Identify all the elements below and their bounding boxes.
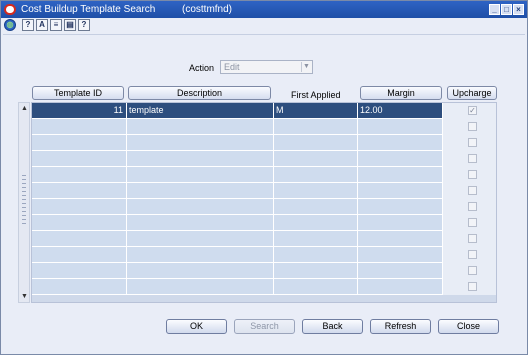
table-row[interactable] <box>32 215 496 231</box>
upcharge-checkbox[interactable] <box>468 250 477 259</box>
cell-template-id[interactable]: 11 <box>32 103 127 119</box>
upcharge-checkbox[interactable] <box>468 282 477 291</box>
minimize-icon: _ <box>492 5 497 14</box>
upcharge-checkbox[interactable] <box>468 186 477 195</box>
column-header-template-id[interactable]: Template ID <box>32 86 124 100</box>
title-bar: Cost Buildup Template Search (costtmfnd)… <box>1 1 527 18</box>
column-header-first-applied: First Applied <box>291 90 341 100</box>
upcharge-checkbox[interactable] <box>468 122 477 131</box>
maximize-icon: □ <box>504 5 509 14</box>
close-icon: × <box>516 5 521 14</box>
upcharge-checkbox[interactable] <box>468 170 477 179</box>
column-header-margin[interactable]: Margin <box>360 86 442 100</box>
help-icon[interactable]: ? <box>22 19 34 31</box>
upcharge-checkbox[interactable] <box>468 138 477 147</box>
toolbar: ◍ ? A ≡ ▤ ? <box>1 18 527 33</box>
search-button[interactable]: Search <box>234 319 295 334</box>
table-row[interactable] <box>32 199 496 215</box>
upcharge-checkbox[interactable]: ✓ <box>468 106 477 115</box>
document-icon[interactable]: ▤ <box>64 19 76 31</box>
cell-margin[interactable]: 12.00 <box>358 103 443 119</box>
close-window-button[interactable]: × <box>513 4 524 15</box>
action-label: Action <box>189 63 215 73</box>
scroll-grip[interactable] <box>22 175 26 225</box>
action-select-value: Edit <box>224 62 240 72</box>
upcharge-checkbox[interactable] <box>468 218 477 227</box>
action-select[interactable]: Edit ▼ <box>220 60 313 74</box>
application-window: Cost Buildup Template Search (costtmfnd)… <box>0 0 528 355</box>
ok-button[interactable]: OK <box>166 319 227 334</box>
window-title: Cost Buildup Template Search <box>21 4 156 15</box>
column-header-description[interactable]: Description <box>128 86 271 100</box>
upcharge-checkbox[interactable] <box>468 154 477 163</box>
table-row[interactable] <box>32 167 496 183</box>
table-row[interactable] <box>32 231 496 247</box>
table-row[interactable] <box>32 183 496 199</box>
upcharge-checkbox[interactable] <box>468 266 477 275</box>
table-row[interactable] <box>32 263 496 279</box>
scroll-up-icon[interactable]: ▲ <box>20 104 29 113</box>
table-row[interactable] <box>32 279 496 295</box>
refresh-button[interactable]: Refresh <box>370 319 431 334</box>
spellcheck-icon[interactable]: A <box>36 19 48 31</box>
vertical-scrollbar[interactable]: ▲ ▼ <box>18 102 30 303</box>
window-code: (costtmfnd) <box>182 4 233 15</box>
minimize-button[interactable]: _ <box>489 4 500 15</box>
cell-description[interactable]: template <box>127 103 274 119</box>
scroll-down-icon[interactable]: ▼ <box>20 292 29 301</box>
cell-upcharge: ✓ <box>443 103 496 119</box>
table-row[interactable] <box>32 119 496 135</box>
upcharge-checkbox[interactable] <box>468 202 477 211</box>
oracle-logo-icon <box>4 4 16 15</box>
table-row[interactable]: 11 template M 12.00 ✓ <box>32 103 496 119</box>
maximize-button[interactable]: □ <box>501 4 512 15</box>
back-button[interactable]: Back <box>302 319 363 334</box>
chevron-down-icon: ▼ <box>301 62 311 72</box>
close-button[interactable]: Close <box>438 319 499 334</box>
column-header-upcharge[interactable]: Upcharge <box>447 86 497 100</box>
cell-first-applied[interactable]: M <box>274 103 358 119</box>
upcharge-checkbox[interactable] <box>468 234 477 243</box>
globe-icon[interactable]: ◍ <box>4 19 16 31</box>
note-icon[interactable]: ≡ <box>50 19 62 31</box>
question-icon[interactable]: ? <box>78 19 90 31</box>
table-row[interactable] <box>32 151 496 167</box>
table-row[interactable] <box>32 247 496 263</box>
table-row[interactable] <box>32 135 496 151</box>
results-table: 11 template M 12.00 ✓ <box>31 102 497 303</box>
